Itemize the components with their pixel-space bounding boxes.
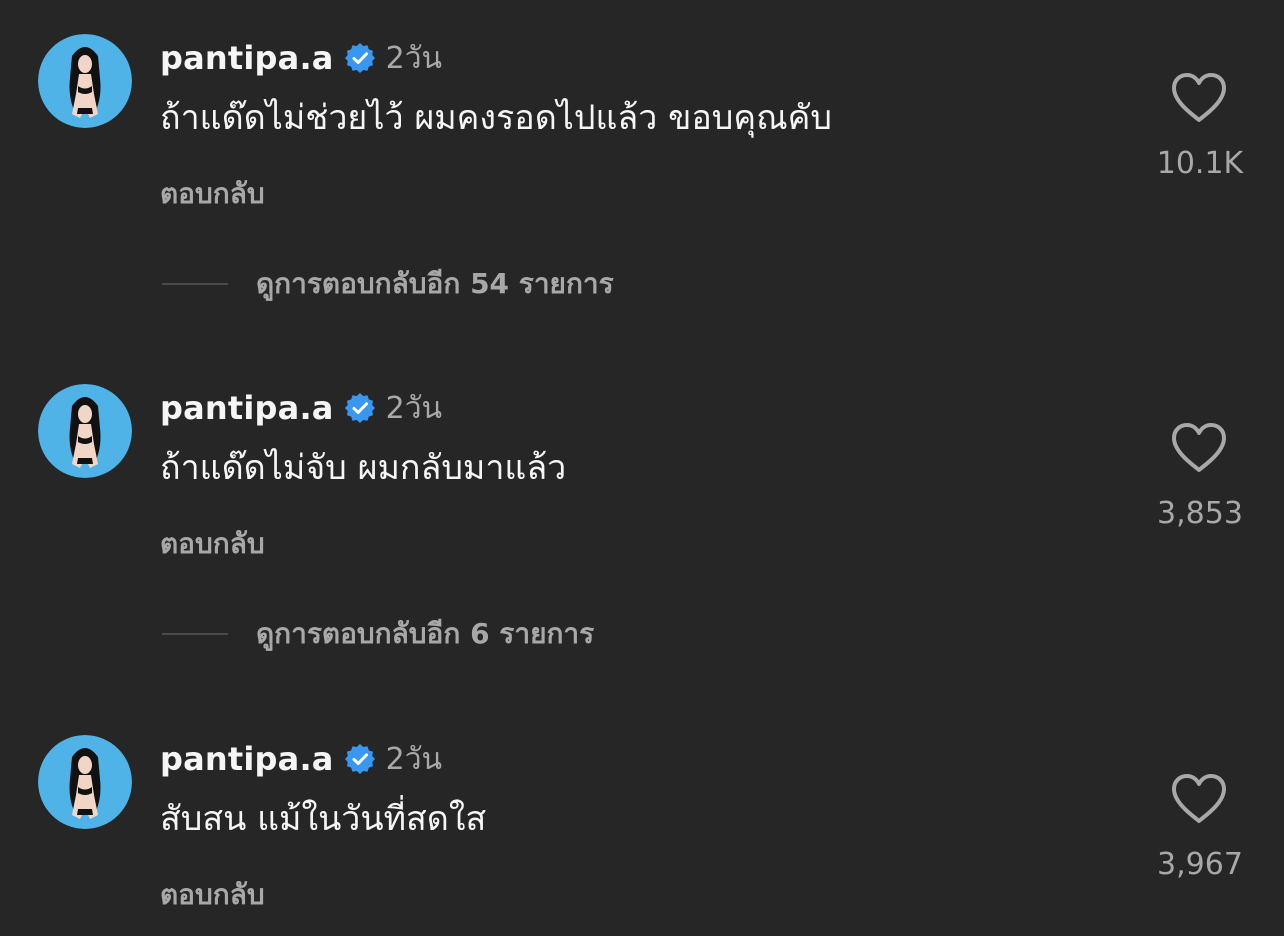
avatar[interactable] — [38, 384, 132, 478]
like-count: 10.1K — [1156, 146, 1244, 181]
view-replies-button[interactable]: ดูการตอบกลับอีก 6 รายการ — [162, 612, 594, 656]
comment-time: 2วัน — [385, 40, 443, 76]
comment-list: pantipa.a 2วัน ถ้าแด๊ดไม่ช่วยไว้ ผมคงรอด… — [0, 0, 1284, 936]
like-count: 3,853 — [1157, 496, 1243, 531]
view-replies-label: ดูการตอบกลับอีก 6 รายการ — [256, 617, 595, 650]
heart-outline-icon[interactable] — [1170, 72, 1228, 124]
avatar[interactable] — [38, 34, 132, 128]
divider-line — [162, 283, 228, 285]
view-replies-button[interactable]: ดูการตอบกลับอีก 54 รายการ — [162, 262, 614, 306]
like-count: 3,967 — [1157, 847, 1243, 882]
username[interactable]: pantipa.a — [160, 39, 334, 77]
username[interactable]: pantipa.a — [160, 740, 334, 778]
reply-button[interactable]: ตอบกลับ — [160, 522, 265, 566]
reply-button[interactable]: ตอบกลับ — [160, 873, 265, 917]
verified-badge-icon — [344, 42, 376, 74]
comment-text: ถ้าแด๊ดไม่ช่วยไว้ ผมคงรอดไปแล้ว ขอบคุณคั… — [160, 98, 832, 138]
reply-button[interactable]: ตอบกลับ — [160, 172, 265, 216]
comment-time: 2วัน — [385, 741, 443, 777]
avatar[interactable] — [38, 735, 132, 829]
divider-line — [162, 633, 228, 635]
comment-text: ถ้าแด๊ดไม่จับ ผมกลับมาแล้ว — [160, 448, 567, 488]
heart-outline-icon[interactable] — [1170, 422, 1228, 474]
username[interactable]: pantipa.a — [160, 389, 334, 427]
comment-time: 2วัน — [385, 390, 443, 426]
verified-badge-icon — [344, 743, 376, 775]
verified-badge-icon — [344, 392, 376, 424]
view-replies-label: ดูการตอบกลับอีก 54 รายการ — [256, 267, 614, 300]
comment-text: สับสน แม้ในวันที่สดใส — [160, 799, 487, 839]
heart-outline-icon[interactable] — [1170, 773, 1228, 825]
